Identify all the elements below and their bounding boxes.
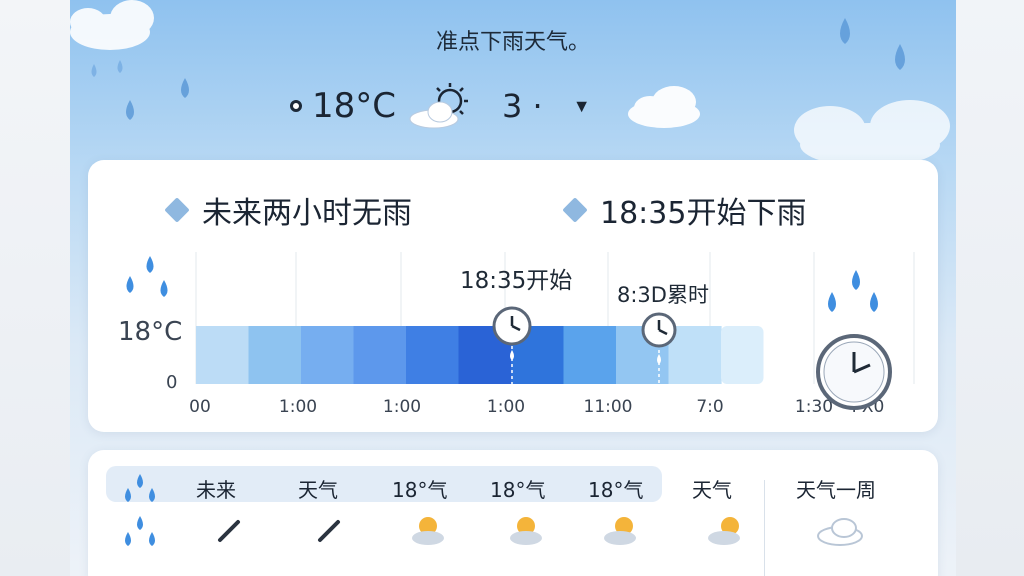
precipitation-band (668, 326, 722, 384)
hourly-table-card: 未来 天气 18°气 18°气 18°气 天气 天气一周 (88, 450, 938, 576)
table-header-cell: 天气 (692, 478, 732, 502)
y-tick-label: 0 (166, 372, 177, 393)
x-tick-label: 1:00 (383, 397, 421, 417)
current-weather-row: 18°C 3 · ▼ (290, 83, 591, 129)
x-tick-label: 11:00 (584, 397, 633, 417)
raindrop-icon (125, 474, 155, 502)
cloud-icon (628, 86, 700, 128)
current-count: 3 · (502, 87, 543, 125)
precipitation-band (301, 326, 355, 384)
marker-label: 8:3D累时 (617, 283, 709, 307)
weather-app: 准点下雨天气。 18°C 3 · ▼ 未来两小时无雨 18:35开始下雨 18:… (70, 0, 956, 576)
y-tick-label: 18°C (118, 317, 182, 347)
partly-sunny-icon (409, 83, 469, 129)
precipitation-band (721, 326, 764, 384)
location-dot-icon (290, 100, 302, 112)
table-header-cell: 天气 (298, 478, 338, 502)
x-tick-label: 1:00 (487, 397, 525, 417)
x-tick-label: 1:30 (795, 397, 833, 417)
table-header-cell: 18°气 (490, 478, 546, 502)
wind-needle-icon (218, 520, 340, 542)
raindrop-icon (828, 270, 878, 312)
raindrop-icon (125, 516, 155, 546)
precipitation-band (563, 326, 617, 384)
raindrop-icon (126, 256, 168, 297)
x-tick-label: 00 (189, 397, 211, 417)
precipitation-band (248, 326, 302, 384)
x-tick-label: 7:0 (696, 397, 723, 417)
header-title: 准点下雨天气。 (435, 30, 590, 55)
cloud-icon (817, 518, 863, 546)
x-tick-label: 1:00 (279, 397, 317, 417)
background-right (956, 0, 1024, 576)
table-header-cell: 18°气 (392, 478, 448, 502)
rain-forecast-card: 未来两小时无雨 18:35开始下雨 18:35开始 8:3D累时 00 1:00 1:… (88, 160, 938, 432)
clock-icon (816, 334, 892, 410)
table-header-bar (106, 466, 662, 502)
chevron-down-icon[interactable]: ▼ (573, 96, 591, 117)
table-icon-row (125, 516, 863, 546)
marker-label: 18:35开始 (460, 268, 572, 294)
precipitation-band (353, 326, 407, 384)
current-temperature: 18°C (312, 86, 397, 126)
table-header-cell: 18°气 (588, 478, 644, 502)
precipitation-band (406, 326, 460, 384)
table-header-cell: 未来 (196, 478, 236, 502)
precipitation-band (196, 326, 250, 384)
background-left (0, 0, 70, 576)
precipitation-chart: 18:35开始 8:3D累时 00 1:00 1:00 1:00 11:00 7:0 1:30… (118, 252, 915, 417)
cloud-icon (794, 100, 950, 167)
partly-sunny-icon (412, 517, 740, 545)
table-header-cell: 天气一周 (796, 478, 876, 502)
